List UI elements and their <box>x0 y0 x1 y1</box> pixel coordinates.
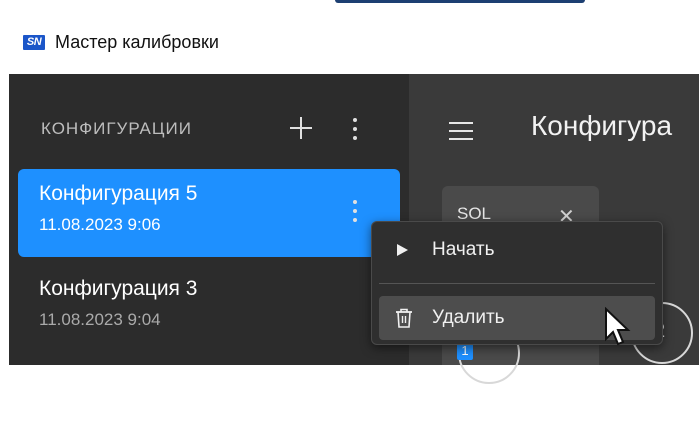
trash-icon <box>396 308 412 328</box>
window-title: Мастер калибровки <box>55 32 219 52</box>
top-strip-accent <box>335 0 585 3</box>
add-configuration-plus-icon[interactable] <box>288 115 314 141</box>
menu-item-start[interactable]: Начать <box>379 228 655 272</box>
config-list-item[interactable]: Конфигурация 3 11.08.2023 9:04 <box>18 264 400 352</box>
sidebar-header: КОНФИГУРАЦИИ <box>41 119 192 138</box>
menu-item-label: Удалить <box>432 307 505 328</box>
page-title: Конфигура <box>531 110 673 141</box>
config-item-more-kebab-icon[interactable] <box>352 198 358 224</box>
config-name: Конфигурация 1 <box>39 369 198 392</box>
sidebar: КОНФИГУРАЦИИ Конфигурация 5 11.08.2023 9… <box>9 74 409 392</box>
menu-hamburger-icon[interactable] <box>449 121 473 141</box>
menu-item-label: Начать <box>432 239 495 260</box>
config-date: 11.08.2023 9:06 <box>39 215 161 234</box>
window-titlebar: SN Мастер калибровки <box>9 18 699 74</box>
config-list-item[interactable]: Конфигурация 1 <box>18 356 400 444</box>
mouse-cursor-icon <box>605 307 631 346</box>
play-icon <box>397 244 408 256</box>
app-logo-icon: SN <box>23 35 45 50</box>
sidebar-more-kebab-icon[interactable] <box>352 116 358 142</box>
config-name: Конфигурация 3 <box>39 277 198 300</box>
config-list-item-selected[interactable]: Конфигурация 5 11.08.2023 9:06 <box>18 169 400 257</box>
config-date: 11.08.2023 9:04 <box>39 310 161 329</box>
config-name: Конфигурация 5 <box>39 182 198 205</box>
menu-divider <box>379 283 655 284</box>
